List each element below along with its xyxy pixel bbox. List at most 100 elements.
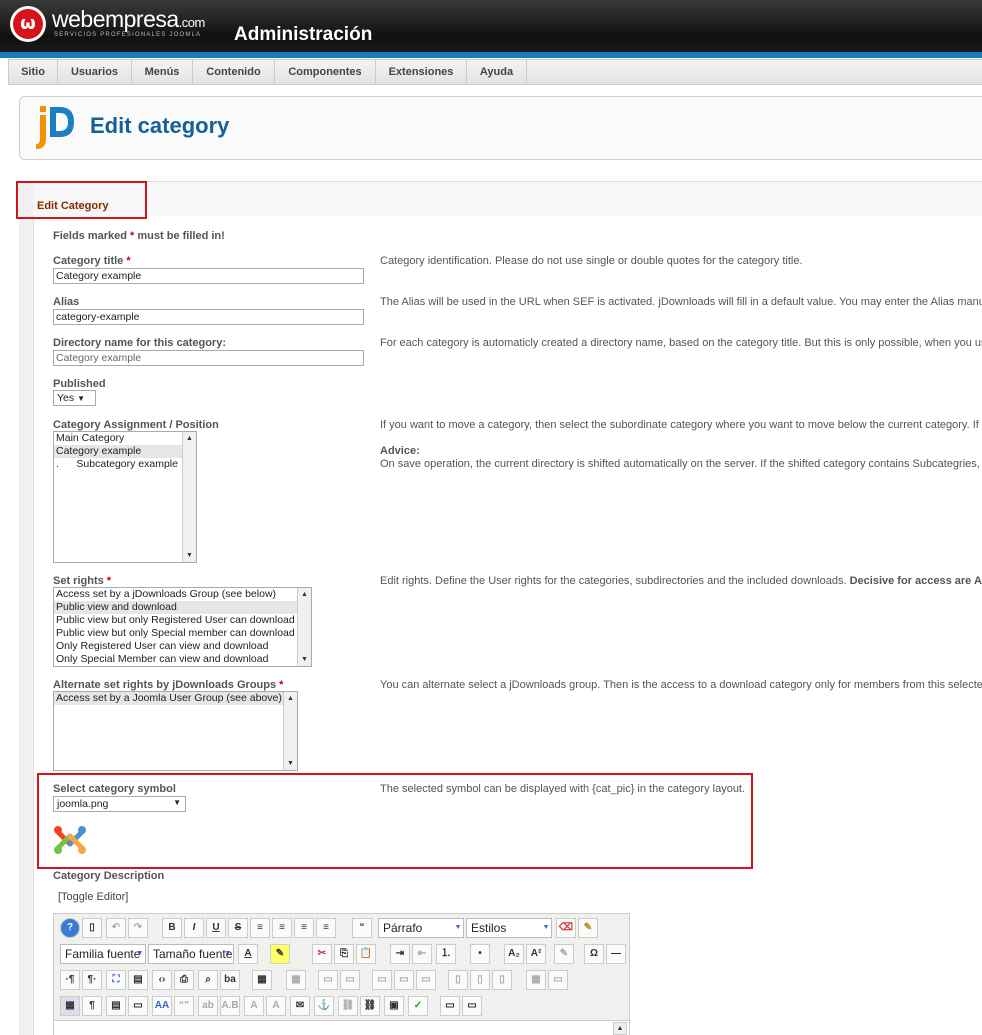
align-left-icon[interactable]: ≡ [294, 918, 314, 938]
delete-col-icon[interactable]: ▯ [492, 970, 512, 990]
copy-icon[interactable]: ⎘ [334, 944, 354, 964]
fullscreen-icon[interactable]: ⛶ [106, 970, 126, 990]
omega-icon[interactable]: Ω [584, 944, 604, 964]
symbol-select[interactable]: joomla.png ▼ [53, 796, 186, 812]
assignment-listbox[interactable]: Main Category Category example . Subcate… [53, 431, 197, 563]
styles-select[interactable]: Estilos ▼ [466, 918, 552, 938]
align-right-icon[interactable]: ≡ [316, 918, 336, 938]
link-icon[interactable]: ⛓ [360, 996, 380, 1016]
italic-icon[interactable]: I [184, 918, 204, 938]
redo-icon[interactable]: ↷ [128, 918, 148, 938]
indent-icon[interactable]: ⇥ [390, 944, 410, 964]
menu-item-extensiones[interactable]: Extensiones [376, 60, 467, 84]
directory-input[interactable]: Category example [53, 350, 364, 366]
published-select[interactable]: Yes ▼ [53, 390, 96, 406]
menu-item-ayuda[interactable]: Ayuda [467, 60, 527, 84]
blockquote-icon[interactable]: “ [352, 918, 372, 938]
highlight-color-icon[interactable]: ✎ [270, 944, 290, 964]
row-before-icon[interactable]: ▭ [372, 970, 392, 990]
cell-props-icon[interactable]: ▭ [340, 970, 360, 990]
delete-table-icon[interactable]: ▦ [286, 970, 306, 990]
insert-table-icon[interactable]: ▦ [252, 970, 272, 990]
list-item[interactable]: Only Registered User can view and downlo… [54, 640, 311, 653]
abbr-icon[interactable]: ab [198, 996, 218, 1016]
numbered-list-icon[interactable]: ⒈ [436, 944, 456, 964]
find-icon[interactable]: ⌕ [198, 970, 218, 990]
list-item[interactable]: Public view but only Registered User can… [54, 614, 311, 627]
text-color-icon[interactable]: A [238, 944, 258, 964]
menu-item-usuarios[interactable]: Usuarios [58, 60, 132, 84]
visual-aid-icon[interactable]: ▦ [60, 996, 80, 1016]
ins-icon[interactable]: A [266, 996, 286, 1016]
outdent-icon[interactable]: ⇤ [412, 944, 432, 964]
list-item[interactable]: Access set by a jDownloads Group (see be… [54, 588, 311, 601]
scroll-down-icon[interactable]: ▼ [298, 653, 311, 666]
style-props-icon[interactable]: AA [152, 996, 172, 1016]
merge-cells-icon[interactable]: ▭ [548, 970, 568, 990]
help-icon[interactable]: ? [60, 918, 80, 938]
strikethrough-icon[interactable]: S [228, 918, 248, 938]
attribs-icon[interactable]: ✉ [290, 996, 310, 1016]
list-item[interactable]: Public view but only Special member can … [54, 627, 311, 640]
list-item[interactable]: Main Category [54, 432, 196, 445]
scrollbar[interactable]: ▲ ▼ [182, 432, 196, 562]
format-select[interactable]: Párrafo ▼ [378, 918, 464, 938]
toggle-editor-link[interactable]: [Toggle Editor] [58, 891, 128, 903]
scroll-up-icon[interactable]: ▲ [613, 1022, 627, 1035]
spellcheck-icon[interactable]: ✓ [408, 996, 428, 1016]
list-item[interactable]: . Subcategory example [54, 458, 196, 471]
code-icon[interactable]: ‹› [152, 970, 172, 990]
cite-icon[interactable]: “” [174, 996, 194, 1016]
show-blocks-icon[interactable]: ¶ [82, 996, 102, 1016]
paste-icon[interactable]: 📋 [356, 944, 376, 964]
font-family-select[interactable]: Familia fuente ▼ [60, 944, 146, 964]
print-icon[interactable]: ⎙ [174, 970, 194, 990]
align-justify-icon[interactable]: ≡ [250, 918, 270, 938]
alt-rights-listbox[interactable]: Access set by a Joomla User Group (see a… [53, 691, 298, 771]
scroll-down-icon[interactable]: ▼ [284, 757, 297, 770]
subscript-icon[interactable]: A₂ [504, 944, 524, 964]
split-cells-icon[interactable]: ▦ [526, 970, 546, 990]
page-break-icon[interactable]: ▭ [440, 996, 460, 1016]
bullet-list-icon[interactable]: • [470, 944, 490, 964]
scroll-up-icon[interactable]: ▲ [284, 692, 297, 705]
set-rights-listbox[interactable]: Access set by a jDownloads Group (see be… [53, 587, 312, 667]
scroll-down-icon[interactable]: ▼ [183, 549, 196, 562]
layer-icon[interactable]: ▭ [128, 996, 148, 1016]
replace-icon[interactable]: ba [220, 970, 240, 990]
ltr-icon[interactable]: ·¶ [60, 970, 80, 990]
unlink-icon[interactable]: ⛓ [338, 996, 358, 1016]
new-document-icon[interactable]: ▯ [82, 918, 102, 938]
list-item[interactable]: Category example [54, 445, 196, 458]
cleanup-brush-icon[interactable]: ✎ [578, 918, 598, 938]
cut-icon[interactable]: ✂ [312, 944, 332, 964]
anchor-icon[interactable]: ⚓ [314, 996, 334, 1016]
list-item[interactable]: Public view and download [54, 601, 311, 614]
list-item[interactable]: Only Special Member can view and downloa… [54, 653, 311, 666]
del-icon[interactable]: A [244, 996, 264, 1016]
scrollbar[interactable]: ▲ ▼ [297, 588, 311, 666]
scrollbar[interactable]: ▲ ▼ [283, 692, 297, 770]
preview-icon[interactable]: ▤ [128, 970, 148, 990]
row-after-icon[interactable]: ▭ [394, 970, 414, 990]
category-title-input[interactable]: Category example [53, 268, 364, 284]
menu-item-componentes[interactable]: Componentes [275, 60, 376, 84]
eraser-icon[interactable]: ⌫ [556, 918, 576, 938]
undo-icon[interactable]: ↶ [106, 918, 126, 938]
row-props-icon[interactable]: ▭ [318, 970, 338, 990]
list-item[interactable]: Access set by a Joomla User Group (see a… [54, 692, 297, 705]
readmore-icon[interactable]: ▭ [462, 996, 482, 1016]
bold-icon[interactable]: B [162, 918, 182, 938]
font-size-select[interactable]: Tamaño fuente ▼ [148, 944, 234, 964]
acronym-icon[interactable]: A.B [220, 996, 240, 1016]
template-icon[interactable]: ▤ [106, 996, 126, 1016]
image-icon[interactable]: ▣ [384, 996, 404, 1016]
horizontal-rule-icon[interactable]: — [606, 944, 626, 964]
underline-icon[interactable]: U [206, 918, 226, 938]
menu-item-menus[interactable]: Menús [132, 60, 193, 84]
col-after-icon[interactable]: ▯ [470, 970, 490, 990]
special-char-dim-icon[interactable]: ✎ [554, 944, 574, 964]
menu-item-sitio[interactable]: Sitio [9, 60, 58, 84]
superscript-icon[interactable]: A² [526, 944, 546, 964]
alias-input[interactable]: category-example [53, 309, 364, 325]
